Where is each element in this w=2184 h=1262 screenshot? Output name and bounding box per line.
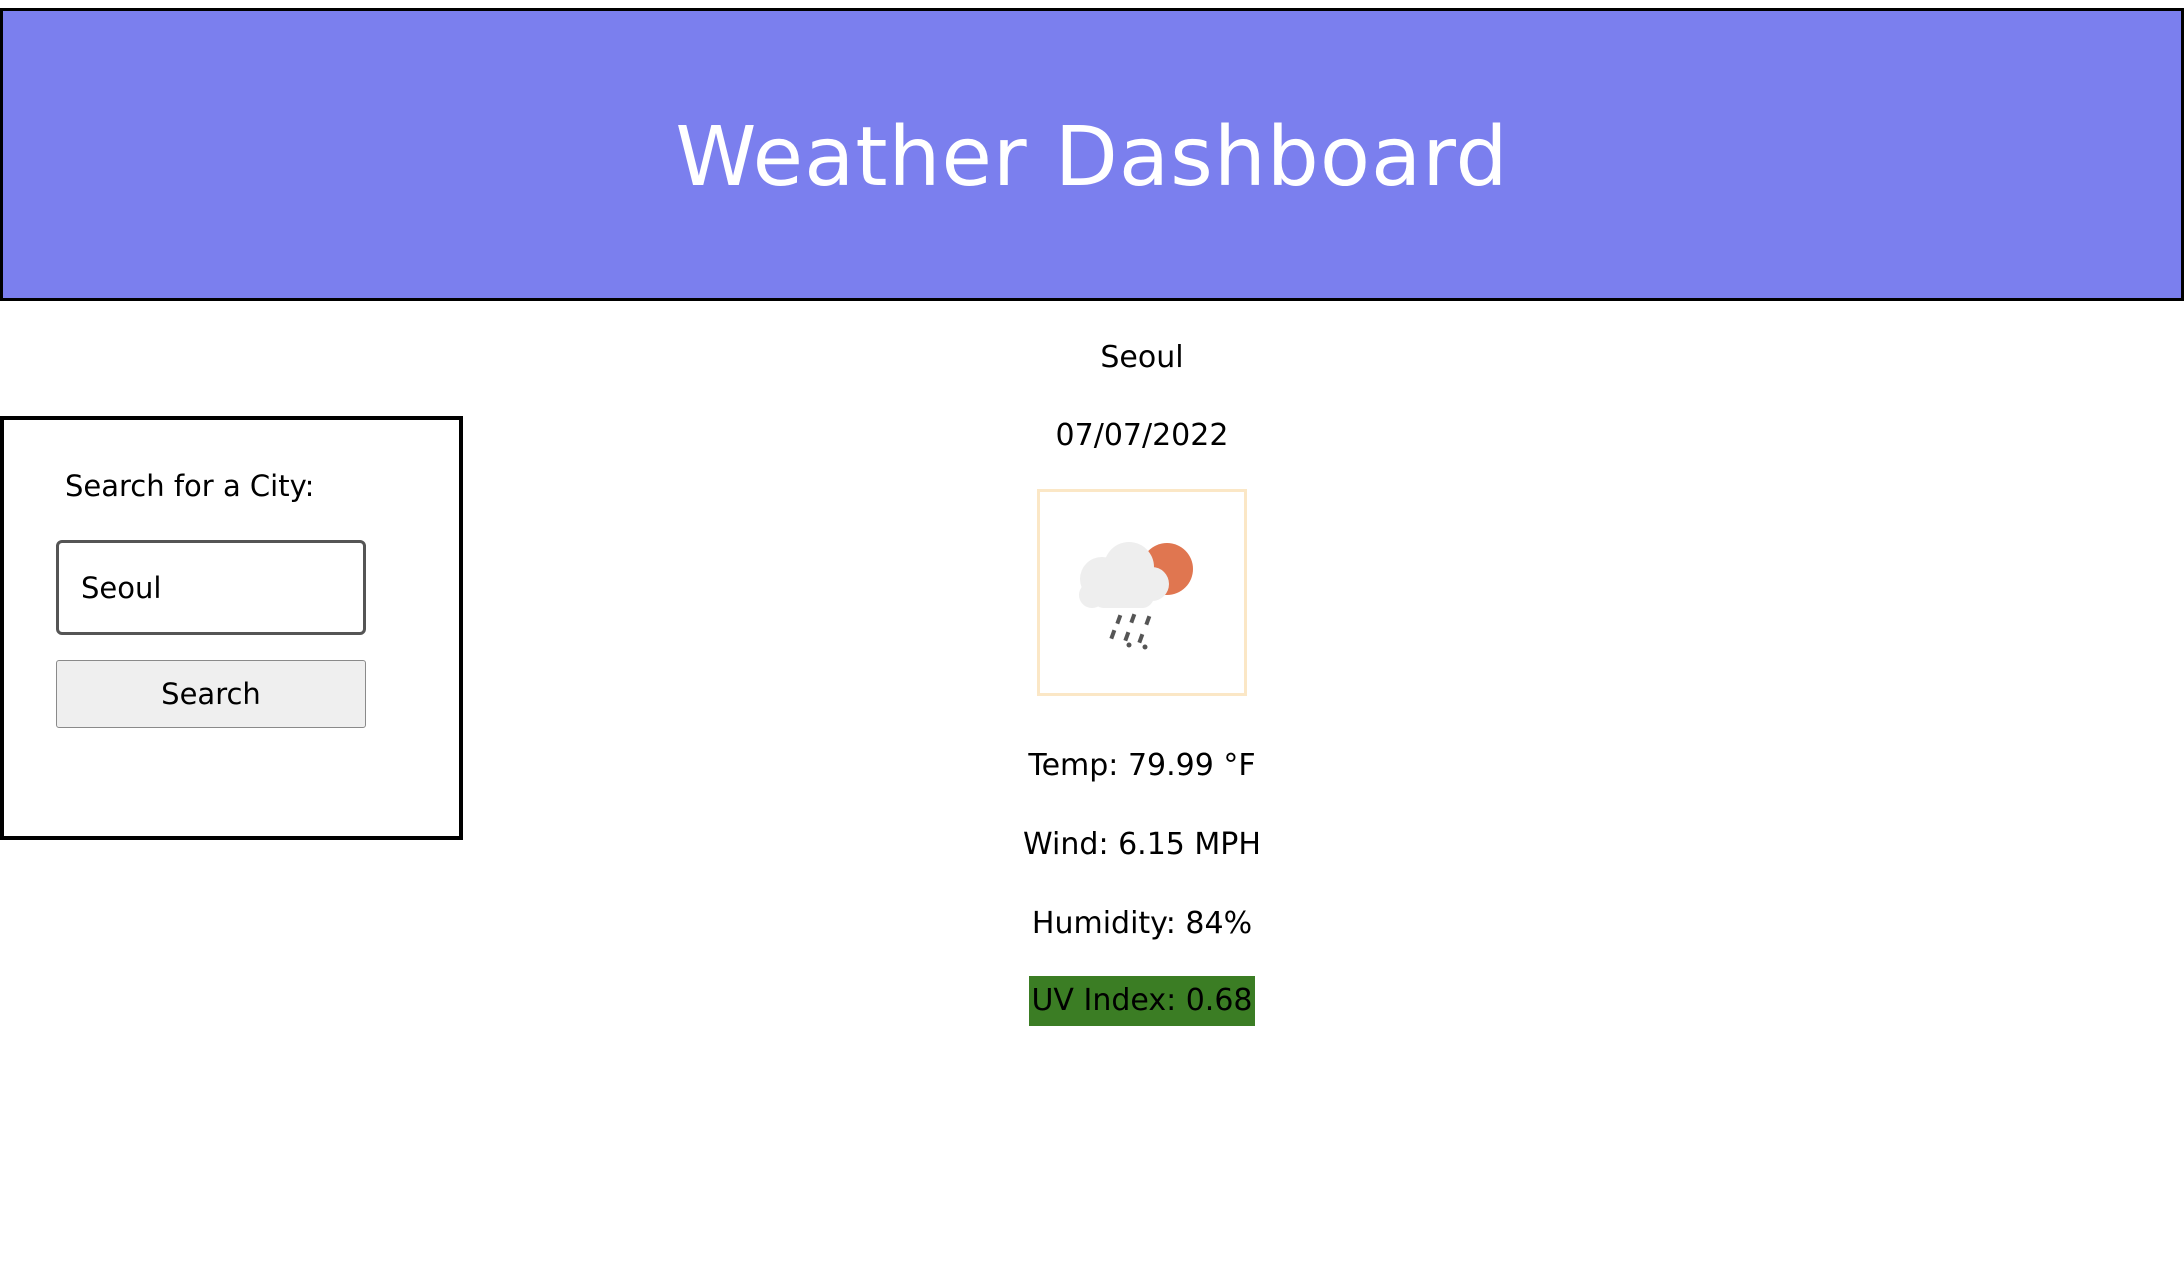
current-date: 07/07/2022 [1055, 418, 1229, 453]
current-wind: Wind: 6.15 MPH [1023, 827, 1261, 862]
uv-index-row: UV Index: 0.68 [960, 976, 1324, 1026]
current-city-name: Seoul [1100, 340, 1184, 375]
page-header: Weather Dashboard [0, 8, 2184, 301]
rain-cloud-sun-icon [1079, 542, 1193, 650]
search-label: Search for a City: [65, 469, 315, 503]
search-panel: Search for a City: Search [0, 416, 463, 840]
current-temperature: Temp: 79.99 °F [1028, 748, 1256, 783]
city-search-input[interactable] [56, 540, 366, 635]
search-button[interactable]: Search [56, 660, 366, 728]
current-humidity: Humidity: 84% [1031, 906, 1253, 941]
page-title: Weather Dashboard [675, 110, 1509, 205]
weather-icon-frame [1037, 489, 1247, 696]
uv-index-badge: UV Index: 0.68 [1029, 976, 1255, 1026]
